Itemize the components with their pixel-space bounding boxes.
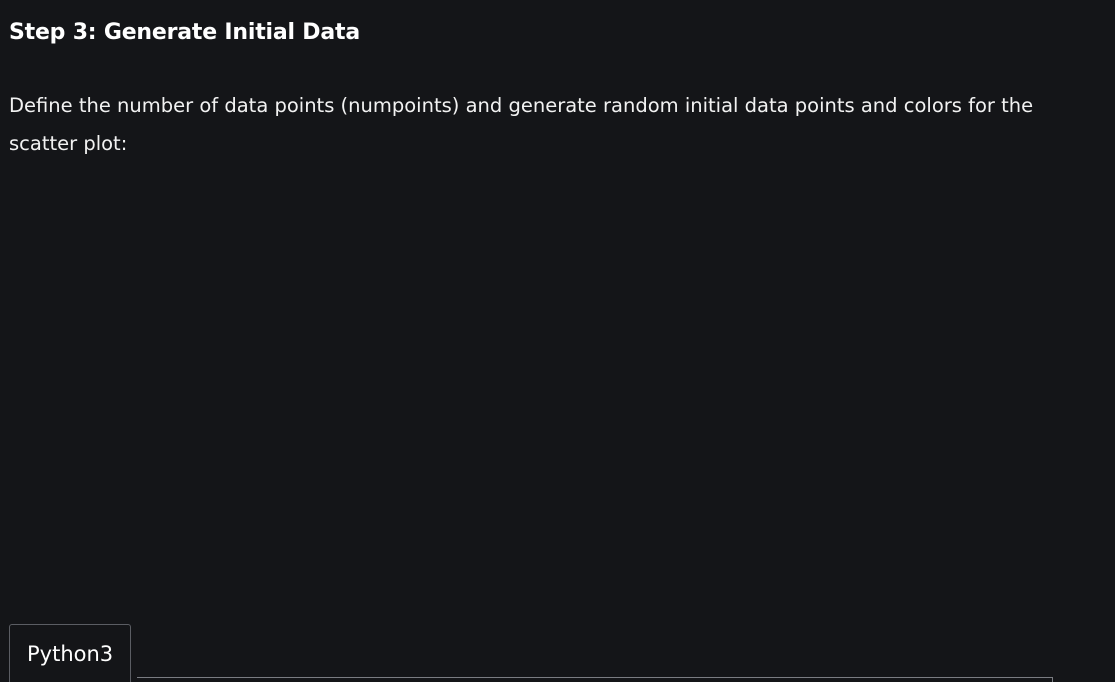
code-block: Python3 (9, 624, 1053, 682)
code-panel-right-border (1052, 677, 1053, 682)
section-description: Define the number of data points (numpoi… (9, 94, 1034, 155)
code-panel-top-border (137, 677, 1053, 678)
section-heading: Step 3: Generate Initial Data (9, 20, 360, 45)
code-language-tabs: Python3 (9, 624, 132, 682)
article-page: Step 3: Generate Initial Data Define the… (0, 0, 1115, 682)
tab-python3[interactable]: Python3 (9, 624, 132, 682)
